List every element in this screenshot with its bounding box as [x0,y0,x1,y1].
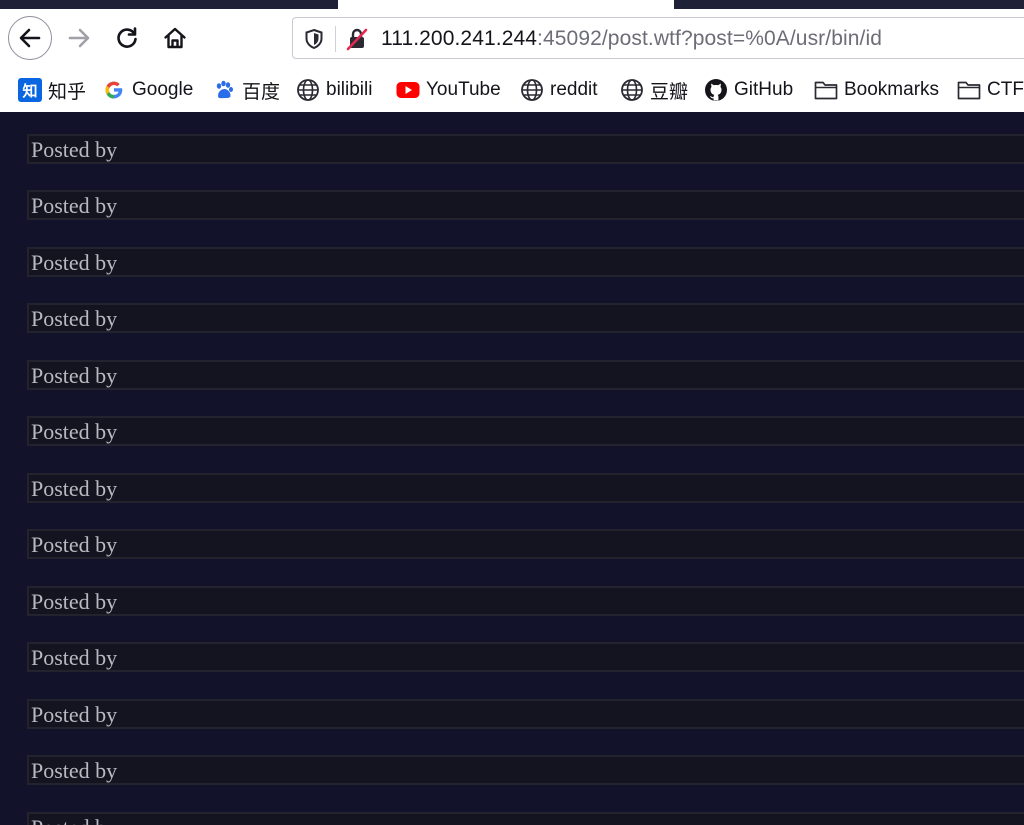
bookmark-reddit[interactable]: reddit [520,77,598,103]
post-item: Posted by [27,303,1024,333]
bookmark-github[interactable]: GitHub [704,77,793,103]
post-item: Posted by [27,755,1024,785]
youtube-icon [396,78,420,102]
globe-icon [520,78,544,102]
url-bar[interactable]: 111.200.241.244:45092/post.wtf?post=%0A/… [292,17,1024,59]
bookmark-bilibili[interactable]: bilibili [296,77,372,103]
url-text[interactable]: 111.200.241.244:45092/post.wtf?post=%0A/… [381,25,882,53]
bookmark-label: CTF [987,79,1024,100]
post-item: Posted by [27,473,1024,503]
post-byline: Posted by [31,645,118,670]
github-icon [704,78,728,102]
reload-button[interactable] [105,16,149,60]
url-host: 111.200.241.244 [381,27,538,50]
post-byline: Posted by [31,702,118,727]
post-item: Posted by [27,190,1024,220]
globe-icon [620,78,644,102]
url-divider [335,26,336,52]
bookmark-label: 百度 [242,81,281,103]
post-byline: Posted by [31,363,118,388]
folder-icon [957,78,981,102]
bookmark-label: Google [132,79,194,100]
post-item: Posted by [27,586,1024,616]
bookmarks-toolbar: 知 知乎 Google 百度 bilibili YouTube reddit 豆… [0,69,1024,112]
bookmark-label: reddit [550,79,598,100]
active-tab[interactable] [338,0,674,9]
post-byline: Posted by [31,419,118,444]
bookmark-douban[interactable]: 豆瓣 [620,77,688,103]
post-item: Posted by [27,642,1024,672]
post-byline: Posted by [31,815,117,825]
post-byline: Posted by [31,137,118,162]
post-item: Posted by [27,134,1024,164]
bookmark-youtube[interactable]: YouTube [396,77,501,103]
bookmark-label: GitHub [734,79,794,100]
post-byline: Posted by [31,476,118,501]
bookmark-baidu[interactable]: 百度 [212,77,280,103]
post-item: Posted by [27,529,1024,559]
post-byline: Posted by [31,250,118,275]
page-content: Posted by Posted by Posted by Posted by … [0,112,1024,825]
post-byline: Posted by [31,589,118,614]
navigation-toolbar: 111.200.241.244:45092/post.wtf?post=%0A/… [0,9,1024,69]
insecure-lock-icon[interactable] [344,26,370,52]
bookmark-label: 豆瓣 [650,81,689,103]
bookmark-label: YouTube [426,79,501,100]
bookmark-folder-bookmarks[interactable]: Bookmarks [814,77,939,103]
bookmark-label: bilibili [326,79,373,100]
back-arrow-icon [19,28,41,48]
bookmark-folder-ctf[interactable]: CTF [957,77,1024,103]
post-byline: Posted by [31,758,118,783]
bookmark-label: 知乎 [48,81,87,103]
bookmark-google[interactable]: Google [102,77,193,103]
url-path: :45092/post.wtf?post=%0A/usr/bin/id [537,27,883,50]
baidu-paw-icon [212,78,236,102]
folder-icon [814,78,838,102]
home-icon [164,27,186,49]
globe-icon [296,78,320,102]
forward-button[interactable] [57,16,101,60]
post-item: Posted by [27,699,1024,729]
browser-chrome: 111.200.241.244:45092/post.wtf?post=%0A/… [0,0,1024,112]
post-byline: Posted by [31,193,118,218]
post-item: Posted by [27,416,1024,446]
post-item: Posted by [27,812,1024,825]
tab-strip [0,0,1024,9]
bookmark-zhihu[interactable]: 知 知乎 [18,77,86,103]
forward-arrow-icon [68,28,90,48]
post-byline: Posted by [31,306,118,331]
post-item: Posted by [27,360,1024,390]
google-icon [102,78,126,102]
post-item: Posted by [27,247,1024,277]
bookmark-label: Bookmarks [844,79,940,100]
post-byline: Posted by [31,532,118,557]
zhihu-icon: 知 [18,78,42,102]
home-button[interactable] [153,16,197,60]
shield-icon[interactable] [302,27,326,51]
back-button[interactable] [8,16,52,60]
reload-icon [117,27,137,48]
